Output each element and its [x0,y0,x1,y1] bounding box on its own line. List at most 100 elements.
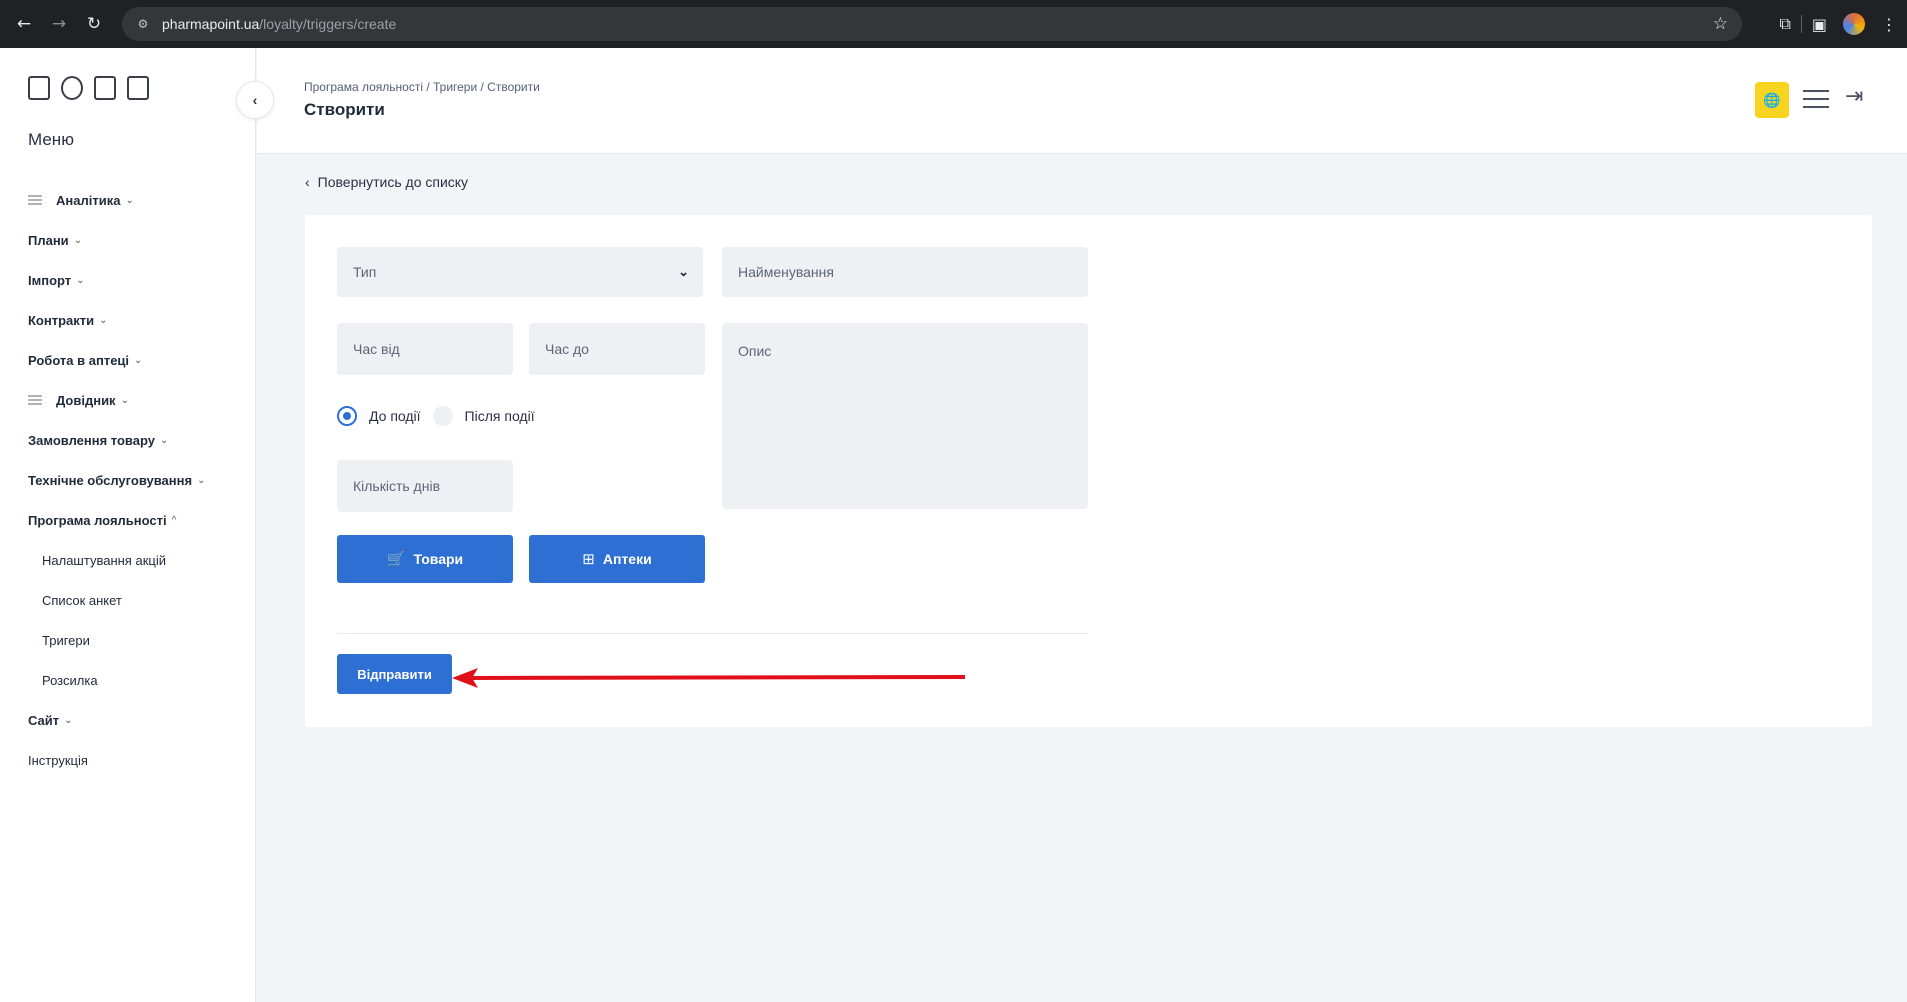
chevron-down-icon: ⌄ [99,314,108,326]
sidebar-collapse-button[interactable]: ‹ [236,81,274,119]
chevron-down-icon: ⌄ [120,394,129,406]
sidebar-item-maintenance[interactable]: Технічне обслуговування ⌄ [28,460,248,500]
sidebar-item-loyalty[interactable]: Програма лояльності ^ [28,500,248,540]
days-count-input[interactable]: Кількість днів [337,460,513,512]
sidebar-item-plans[interactable]: Плани ⌄ [28,220,248,260]
extensions-icon[interactable]: ⧉ [1779,14,1790,34]
description-placeholder: Опис [738,343,772,359]
event-timing-radio-group: До події Після події [337,406,547,426]
sidebar-item-orders[interactable]: Замовлення товару ⌄ [28,420,248,460]
sidebar-shortcuts [28,76,149,100]
chevron-up-icon: ^ [171,514,177,526]
submit-button[interactable]: Відправити [337,654,452,694]
radio-before-label: До події [369,408,421,424]
sidebar-item-label: Робота в аптеці [28,352,130,368]
breadcrumb: Програма лояльності / Тригери / Створити [304,80,540,94]
sidebar-item-directory[interactable]: Довідник ⌄ [28,380,248,420]
profile-avatar[interactable] [1843,13,1865,35]
chart-pie-icon[interactable] [61,76,83,100]
time-from-input[interactable]: Час від [337,323,513,375]
site-settings-icon[interactable]: ⚙ [134,15,152,33]
bookmark-star-icon[interactable]: ☆ [1713,14,1728,34]
name-input[interactable]: Найменування [722,247,1088,297]
chevron-down-icon: ⌄ [125,194,134,206]
globe-icon[interactable]: 🌐 [1755,82,1789,118]
sidebar-item-promo-settings[interactable]: Налаштування акцій [28,540,248,580]
hamburger-menu-icon[interactable] [1803,90,1829,110]
chevron-down-icon: ⌄ [160,434,169,446]
back-arrow-icon[interactable]: ← [13,13,35,35]
chevron-left-icon: ‹ [252,92,258,108]
days-count-placeholder: Кількість днів [353,478,441,494]
chevron-down-icon: ⌄ [197,474,206,486]
side-panel-icon[interactable]: ▣ [1812,15,1827,34]
back-link-label: Повернутись до списку [317,174,469,190]
back-to-list-link[interactable]: ‹ Повернутись до списку [305,174,468,190]
forward-arrow-icon[interactable]: → [48,13,70,35]
time-from-placeholder: Час від [353,341,400,357]
sidebar-item-mailing[interactable]: Розсилка [28,660,248,700]
chevron-down-icon: ⌄ [678,264,689,279]
radio-after-event[interactable] [432,406,453,426]
sidebar-item-label: Замовлення товару [28,432,155,448]
type-select-value: Тип [353,264,377,280]
sidebar-item-label: Технічне обслуговування [28,472,193,488]
chevron-down-icon: ⌄ [64,714,73,726]
sidebar-item-label: Плани [28,232,69,248]
store-icon[interactable] [28,76,50,100]
browser-actions: ⧉ ▣ ⋮ [1769,0,1907,48]
submit-button-label: Відправити [357,666,432,682]
sidebar-item-triggers[interactable]: Тригери [28,620,248,660]
sidebar-item-analytics[interactable]: Аналітика ⌄ [28,180,248,220]
plus-square-icon: ⊞ [582,550,595,568]
url-path: /loyalty/triggers/create [259,16,397,32]
type-select[interactable]: Тип ⌄ [337,247,703,297]
name-input-placeholder: Найменування [738,264,834,280]
pharmacies-button[interactable]: ⊞ Аптеки [529,535,705,583]
sidebar-item-label: Тригери [42,632,90,648]
sidebar-item-pharmacy-work[interactable]: Робота в аптеці ⌄ [28,340,248,380]
sidebar-item-label: Список анкет [42,592,122,608]
page-header: Програма лояльності / Тригери / Створити… [257,48,1907,154]
radio-after-label: Після події [464,408,535,424]
document-icon[interactable] [94,76,116,100]
sidebar-item-label: Аналітика [56,192,121,208]
sidebar-item-instructions[interactable]: Інструкція [28,740,248,780]
sidebar-item-survey-list[interactable]: Список анкет [28,580,248,620]
goods-button[interactable]: 🛒 Товари [337,535,513,583]
sidebar-item-label: Сайт [28,712,60,728]
pharmacies-button-label: Аптеки [602,551,652,567]
sidebar-item-label: Довідник [56,392,116,408]
sidebar-item-contracts[interactable]: Контракти ⌄ [28,300,248,340]
address-bar[interactable]: ⚙ pharmapoint.ua/loyalty/triggers/create… [122,7,1742,41]
sidebar-item-label: Налаштування акцій [42,552,166,568]
radio-before-event[interactable] [337,406,357,426]
sidebar-item-label: Інструкція [28,752,88,768]
menu-title: Меню [28,130,74,149]
browser-toolbar: ← → ↻ ⚙ pharmapoint.ua/loyalty/triggers/… [0,0,1907,48]
list-icon [28,394,42,406]
reload-icon[interactable]: ↻ [83,13,105,35]
sidebar-item-label: Програма лояльності [28,512,167,528]
sidebar-item-import[interactable]: Імпорт ⌄ [28,260,248,300]
sidebar-item-label: Імпорт [28,272,72,288]
logout-icon[interactable]: ⇥ [1845,84,1863,109]
table-icon [28,194,42,206]
sidebar: Меню Аналітика ⌄ Плани ⌄ Імпорт ⌄ Контракти… [0,48,256,1002]
time-to-placeholder: Час до [545,341,589,357]
chevron-down-icon: ⌄ [76,274,85,286]
chevron-down-icon: ⌄ [73,234,83,246]
cart-icon: 🛒 [386,550,406,568]
trigger-form-card: Тип ⌄ Найменування Час від Час до Опис Д… [305,215,1872,727]
time-to-input[interactable]: Час до [529,323,705,375]
chevron-down-icon: ⌄ [134,354,143,366]
page-title: Створити [304,100,385,119]
sidebar-item-site[interactable]: Сайт ⌄ [28,700,248,740]
chevron-left-icon: ‹ [305,174,310,190]
url-host: pharmapoint.ua [162,16,260,32]
browser-menu-icon[interactable]: ⋮ [1881,15,1897,34]
toolbar-separator [1800,15,1802,33]
form-divider [337,633,1088,634]
book-icon[interactable] [127,76,149,100]
description-textarea[interactable]: Опис [722,323,1088,509]
